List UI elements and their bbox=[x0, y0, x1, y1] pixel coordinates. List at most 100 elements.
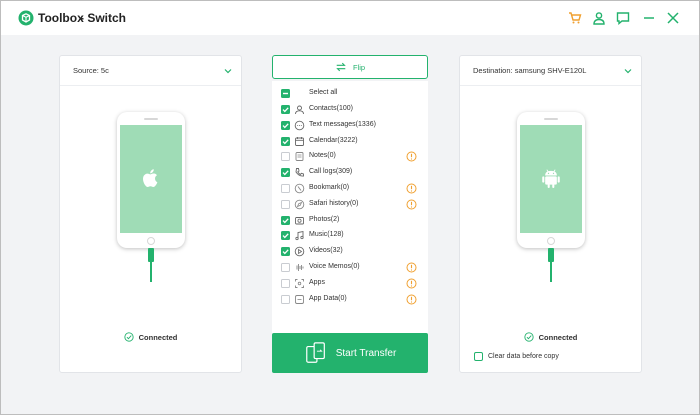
data-type-row[interactable]: Music(128) bbox=[272, 228, 428, 244]
data-type-label: Call logs(309) bbox=[309, 168, 353, 176]
data-type-checkbox[interactable] bbox=[281, 152, 290, 162]
data-type-checkbox[interactable] bbox=[281, 184, 290, 193]
data-type-row[interactable]: Apps bbox=[272, 276, 428, 292]
data-type-row[interactable]: Call logs(309) bbox=[272, 165, 428, 181]
chevron-down-icon[interactable] bbox=[223, 66, 233, 76]
check-circle-icon bbox=[523, 332, 534, 342]
close-icon[interactable] bbox=[665, 10, 681, 26]
data-type-list: Select all Contacts(100) Text messages(13… bbox=[272, 81, 428, 333]
warning-icon[interactable] bbox=[406, 183, 417, 194]
destination-status: Connected bbox=[460, 332, 641, 342]
data-type-row[interactable]: Bookmark(0) bbox=[272, 181, 428, 197]
data-type-checkbox[interactable] bbox=[281, 231, 290, 241]
source-device-selector[interactable]: Source: 5c bbox=[60, 56, 241, 86]
clear-data-label: Clear data before copy bbox=[488, 353, 559, 360]
warning-icon[interactable] bbox=[406, 278, 417, 289]
source-phone-image bbox=[117, 112, 185, 248]
data-type-label: Bookmark(0) bbox=[309, 184, 350, 191]
flip-label: Flip bbox=[352, 62, 366, 72]
data-type-row[interactable]: Voice Memos(0) bbox=[272, 260, 428, 276]
feedback-icon[interactable] bbox=[615, 10, 631, 26]
cable-line bbox=[150, 262, 152, 282]
data-type-label: Voice Memos(0) bbox=[309, 263, 360, 270]
data-type-label: Photos(2) bbox=[309, 215, 340, 223]
android-logo-icon bbox=[542, 169, 560, 188]
data-type-checkbox[interactable] bbox=[281, 247, 290, 257]
warning-icon[interactable] bbox=[406, 262, 417, 273]
select-all-checkbox[interactable] bbox=[281, 89, 290, 98]
clear-data-option[interactable]: Clear data before copy bbox=[474, 352, 559, 361]
data-type-checkbox[interactable] bbox=[281, 168, 290, 178]
data-type-row[interactable]: Contacts(100) bbox=[272, 102, 428, 118]
data-type-row[interactable]: Safari history(0) bbox=[272, 197, 428, 213]
destination-label: Destination: samsung SHV-E120L bbox=[473, 66, 587, 75]
chevron-down-icon[interactable] bbox=[623, 66, 633, 76]
flip-button[interactable]: Flip bbox=[272, 55, 428, 79]
flip-icon bbox=[336, 62, 346, 72]
start-transfer-label: Start Transfer bbox=[335, 347, 397, 359]
apple-logo-icon bbox=[143, 169, 158, 187]
data-type-checkbox[interactable] bbox=[281, 199, 290, 209]
data-type-label: Safari history(0) bbox=[309, 199, 359, 207]
video-icon bbox=[294, 246, 305, 257]
warning-icon[interactable] bbox=[406, 294, 417, 305]
data-type-checkbox[interactable] bbox=[281, 136, 290, 146]
cable-plug bbox=[548, 248, 554, 262]
minimize-icon[interactable] bbox=[641, 10, 657, 26]
bookmark-icon bbox=[294, 183, 305, 194]
calendar-icon bbox=[295, 136, 304, 146]
data-type-checkbox[interactable] bbox=[281, 263, 290, 272]
warning-icon[interactable] bbox=[406, 199, 417, 210]
source-status-text: Connected bbox=[138, 332, 178, 342]
contacts-icon bbox=[295, 105, 304, 115]
data-type-label: Calendar(3222) bbox=[309, 136, 358, 144]
start-transfer-button[interactable]: Start Transfer bbox=[272, 333, 428, 373]
voice-memo-icon bbox=[296, 264, 304, 271]
data-type-row[interactable]: Calendar(3222) bbox=[272, 134, 428, 150]
toolbox-logo-icon bbox=[18, 10, 34, 26]
data-type-checkbox[interactable] bbox=[281, 120, 290, 130]
main-content: Source: 5c Connected Flip Select all Con… bbox=[1, 35, 699, 414]
photo-icon bbox=[295, 216, 304, 225]
destination-phone-image bbox=[517, 112, 585, 248]
data-type-row[interactable]: Text messages(1336) bbox=[272, 118, 428, 134]
check-circle-icon bbox=[123, 332, 134, 342]
destination-device-card: Destination: samsung SHV-E120L Connected… bbox=[459, 55, 642, 373]
destination-device-selector[interactable]: Destination: samsung SHV-E120L bbox=[460, 56, 641, 86]
safari-icon bbox=[294, 199, 305, 210]
data-type-checkbox[interactable] bbox=[281, 215, 290, 225]
app-subtitle: - Switch bbox=[80, 11, 127, 25]
cable-plug bbox=[148, 248, 154, 262]
app-data-icon bbox=[295, 294, 304, 304]
user-icon[interactable] bbox=[591, 10, 607, 26]
data-type-row[interactable]: Videos(32) bbox=[272, 244, 428, 260]
transfer-phones-icon bbox=[305, 342, 325, 363]
cart-icon[interactable] bbox=[567, 10, 583, 26]
music-icon bbox=[295, 231, 304, 241]
data-type-checkbox[interactable] bbox=[281, 105, 290, 114]
select-all-label: Select all bbox=[309, 89, 338, 96]
clear-data-checkbox[interactable] bbox=[474, 352, 483, 361]
data-type-checkbox[interactable] bbox=[281, 278, 290, 288]
data-type-label: Music(128) bbox=[309, 231, 344, 239]
app-name: Toolbox bbox=[38, 11, 84, 25]
select-all-row[interactable]: Select all bbox=[272, 86, 428, 102]
data-type-checkbox[interactable] bbox=[281, 294, 290, 304]
phone-icon bbox=[295, 168, 304, 177]
data-selection-panel: Flip Select all Contacts(100) Text messag… bbox=[272, 55, 428, 373]
data-type-label: Apps bbox=[309, 278, 325, 286]
cable-line bbox=[550, 262, 552, 282]
destination-status-text: Connected bbox=[538, 332, 578, 342]
data-type-row[interactable]: App Data(0) bbox=[272, 292, 428, 308]
data-type-label: Notes(0) bbox=[309, 152, 336, 160]
source-status: Connected bbox=[60, 332, 241, 342]
warning-icon[interactable] bbox=[406, 151, 417, 162]
data-type-label: App Data(0) bbox=[309, 294, 347, 302]
data-type-label: Text messages(1336) bbox=[309, 120, 376, 128]
source-label: Source: 5c bbox=[73, 66, 109, 75]
data-type-row[interactable]: Photos(2) bbox=[272, 213, 428, 229]
notes-icon bbox=[295, 152, 304, 162]
data-type-row[interactable]: Notes(0) bbox=[272, 149, 428, 165]
data-type-label: Videos(32) bbox=[309, 247, 343, 255]
apps-icon bbox=[295, 278, 304, 288]
